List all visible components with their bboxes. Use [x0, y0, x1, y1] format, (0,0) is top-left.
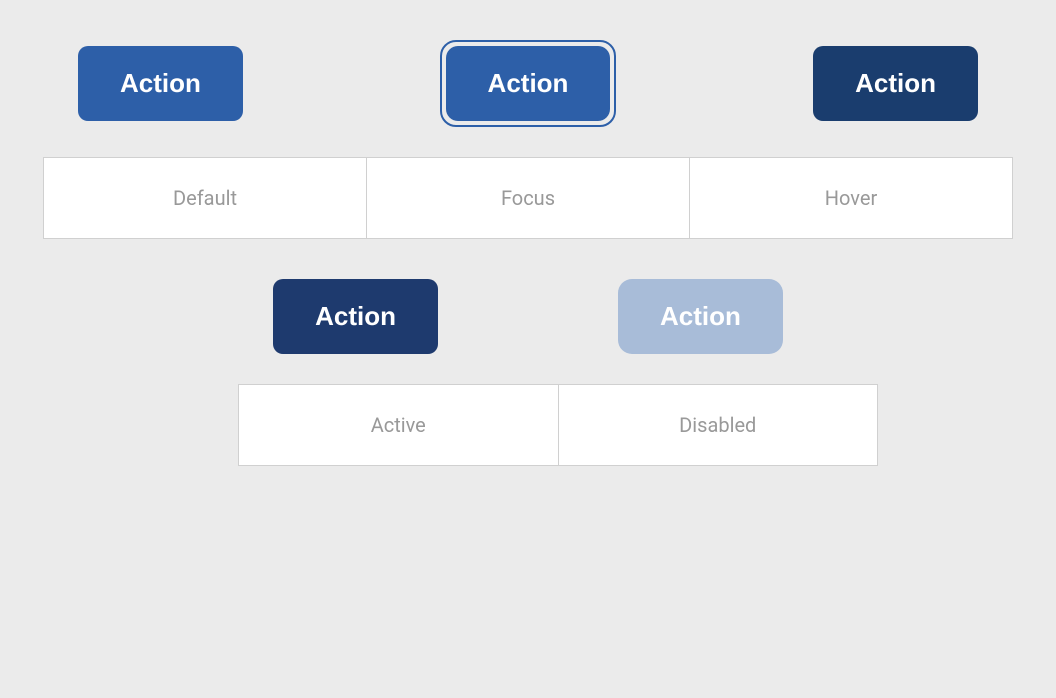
focus-button[interactable]: Action	[446, 46, 611, 121]
bottom-labels-row: Active Disabled	[238, 384, 878, 466]
label-disabled: Disabled	[559, 385, 878, 465]
label-focus: Focus	[367, 158, 690, 238]
hover-button[interactable]: Action	[813, 46, 978, 121]
top-button-row: Action Action Action	[0, 40, 1056, 127]
label-active: Active	[239, 385, 559, 465]
disabled-button: Action	[618, 279, 783, 354]
label-hover: Hover	[690, 158, 1012, 238]
focus-button-wrapper: Action	[440, 40, 617, 127]
middle-row-inner: Action Action	[78, 279, 978, 354]
top-labels-row: Default Focus Hover	[43, 157, 1013, 239]
middle-button-row: Action Action	[0, 279, 1056, 354]
label-default: Default	[44, 158, 367, 238]
main-container: Action Action Action Default Focus Hover…	[0, 0, 1056, 698]
active-button[interactable]: Action	[273, 279, 438, 354]
top-row-inner: Action Action Action	[78, 40, 978, 127]
default-button[interactable]: Action	[78, 46, 243, 121]
